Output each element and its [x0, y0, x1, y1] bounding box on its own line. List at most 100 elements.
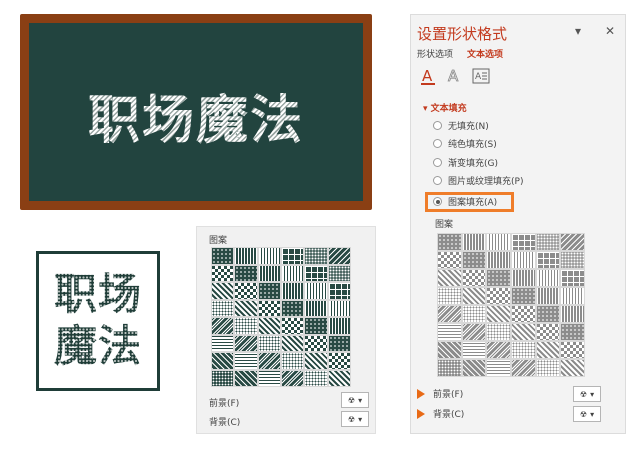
pattern-swatch[interactable]: [234, 352, 258, 370]
radio-button[interactable]: [433, 139, 442, 148]
pattern-swatch[interactable]: [257, 299, 281, 317]
pattern-swatch[interactable]: [560, 251, 585, 269]
pattern-swatch[interactable]: [560, 323, 585, 341]
radio-picture-fill[interactable]: 图片或纹理填充(P): [433, 174, 523, 187]
pattern-swatch[interactable]: [437, 359, 462, 377]
pattern-swatch[interactable]: [281, 264, 305, 282]
pattern-swatch[interactable]: [510, 233, 536, 251]
pattern-swatch[interactable]: [461, 305, 487, 323]
pattern-swatch[interactable]: [486, 269, 511, 287]
pattern-swatch[interactable]: [461, 323, 487, 341]
background-color-button[interactable]: ☢ ▾: [341, 411, 369, 427]
pattern-swatch[interactable]: [535, 233, 561, 251]
pattern-swatch[interactable]: [211, 247, 235, 265]
radio-button[interactable]: [433, 158, 442, 167]
pattern-swatch[interactable]: [234, 317, 258, 335]
pattern-swatch[interactable]: [535, 269, 561, 287]
pattern-swatch[interactable]: [535, 359, 561, 377]
pattern-swatch[interactable]: [257, 352, 281, 370]
pattern-swatch[interactable]: [257, 264, 281, 282]
pattern-swatch[interactable]: [461, 233, 487, 251]
pattern-swatch[interactable]: [304, 264, 328, 282]
pattern-swatch[interactable]: [257, 369, 281, 387]
pattern-swatch[interactable]: [437, 287, 462, 305]
foreground-row[interactable]: 前景(F): [417, 387, 463, 400]
pattern-swatch[interactable]: [327, 282, 351, 300]
pattern-swatch[interactable]: [234, 299, 258, 317]
pattern-swatch[interactable]: [327, 334, 351, 352]
pattern-swatch[interactable]: [257, 282, 281, 300]
textbox-icon[interactable]: A: [471, 66, 491, 86]
pattern-swatch[interactable]: [281, 369, 305, 387]
pattern-swatch[interactable]: [535, 305, 561, 323]
pattern-swatch[interactable]: [281, 282, 305, 300]
pattern-swatch[interactable]: [327, 352, 351, 370]
pattern-swatch[interactable]: [510, 251, 536, 269]
pattern-swatch[interactable]: [234, 247, 258, 265]
pattern-swatch[interactable]: [486, 233, 511, 251]
pattern-swatch[interactable]: [257, 334, 281, 352]
pattern-swatch[interactable]: [437, 251, 462, 269]
pattern-swatch[interactable]: [560, 287, 585, 305]
pattern-swatch[interactable]: [461, 269, 487, 287]
pattern-swatch[interactable]: [461, 287, 487, 305]
pattern-swatch[interactable]: [486, 305, 511, 323]
pattern-swatch[interactable]: [486, 323, 511, 341]
pattern-swatch[interactable]: [437, 269, 462, 287]
pattern-swatch[interactable]: [461, 341, 487, 359]
pattern-swatch[interactable]: [486, 287, 511, 305]
pattern-swatch[interactable]: [437, 341, 462, 359]
pattern-swatch[interactable]: [234, 369, 258, 387]
pattern-swatch[interactable]: [327, 317, 351, 335]
pattern-swatch[interactable]: [535, 323, 561, 341]
foreground-color-button[interactable]: ☢ ▾: [573, 386, 601, 402]
pattern-swatch[interactable]: [510, 341, 536, 359]
pattern-swatch[interactable]: [327, 264, 351, 282]
pattern-swatch[interactable]: [304, 369, 328, 387]
pattern-swatch[interactable]: [281, 352, 305, 370]
radio-button[interactable]: [433, 121, 442, 130]
pattern-swatch[interactable]: [486, 251, 511, 269]
pattern-swatch[interactable]: [461, 251, 487, 269]
pattern-swatch[interactable]: [535, 287, 561, 305]
pattern-swatch[interactable]: [327, 247, 351, 265]
pattern-swatch[interactable]: [560, 359, 585, 377]
pattern-swatch[interactable]: [304, 317, 328, 335]
pattern-swatch[interactable]: [486, 341, 511, 359]
pattern-swatch[interactable]: [304, 282, 328, 300]
pattern-swatch[interactable]: [211, 369, 235, 387]
pattern-swatch[interactable]: [560, 305, 585, 323]
chevron-down-icon[interactable]: ▾: [575, 24, 581, 38]
pattern-swatch[interactable]: [560, 233, 585, 251]
pattern-swatch[interactable]: [211, 264, 235, 282]
pattern-swatch[interactable]: [327, 369, 351, 387]
pattern-swatch[interactable]: [257, 247, 281, 265]
pattern-swatch[interactable]: [510, 287, 536, 305]
radio-no-fill[interactable]: 无填充(N): [433, 119, 489, 132]
radio-gradient-fill[interactable]: 渐变填充(G): [433, 156, 498, 169]
pattern-swatch[interactable]: [281, 247, 305, 265]
pattern-swatch[interactable]: [211, 317, 235, 335]
pattern-swatch[interactable]: [327, 299, 351, 317]
pattern-swatch[interactable]: [437, 305, 462, 323]
pattern-swatch[interactable]: [211, 282, 235, 300]
pattern-swatch[interactable]: [304, 334, 328, 352]
pattern-swatch[interactable]: [510, 305, 536, 323]
pattern-swatch[interactable]: [535, 341, 561, 359]
pattern-swatch[interactable]: [510, 323, 536, 341]
pattern-swatch[interactable]: [304, 299, 328, 317]
background-row[interactable]: 背景(C): [417, 407, 464, 420]
background-color-button[interactable]: ☢ ▾: [573, 406, 601, 422]
pattern-swatch[interactable]: [211, 334, 235, 352]
tab-shape-options[interactable]: 形状选项: [417, 47, 453, 60]
pattern-swatch[interactable]: [211, 299, 235, 317]
radio-button[interactable]: [433, 176, 442, 185]
text-effects-icon[interactable]: A: [445, 66, 465, 86]
pattern-swatch[interactable]: [486, 359, 511, 377]
foreground-color-button[interactable]: ☢ ▾: [341, 392, 369, 408]
pattern-swatch[interactable]: [281, 299, 305, 317]
pattern-swatch[interactable]: [257, 317, 281, 335]
pattern-swatch[interactable]: [461, 359, 487, 377]
pattern-swatch[interactable]: [281, 334, 305, 352]
pattern-swatch[interactable]: [304, 352, 328, 370]
